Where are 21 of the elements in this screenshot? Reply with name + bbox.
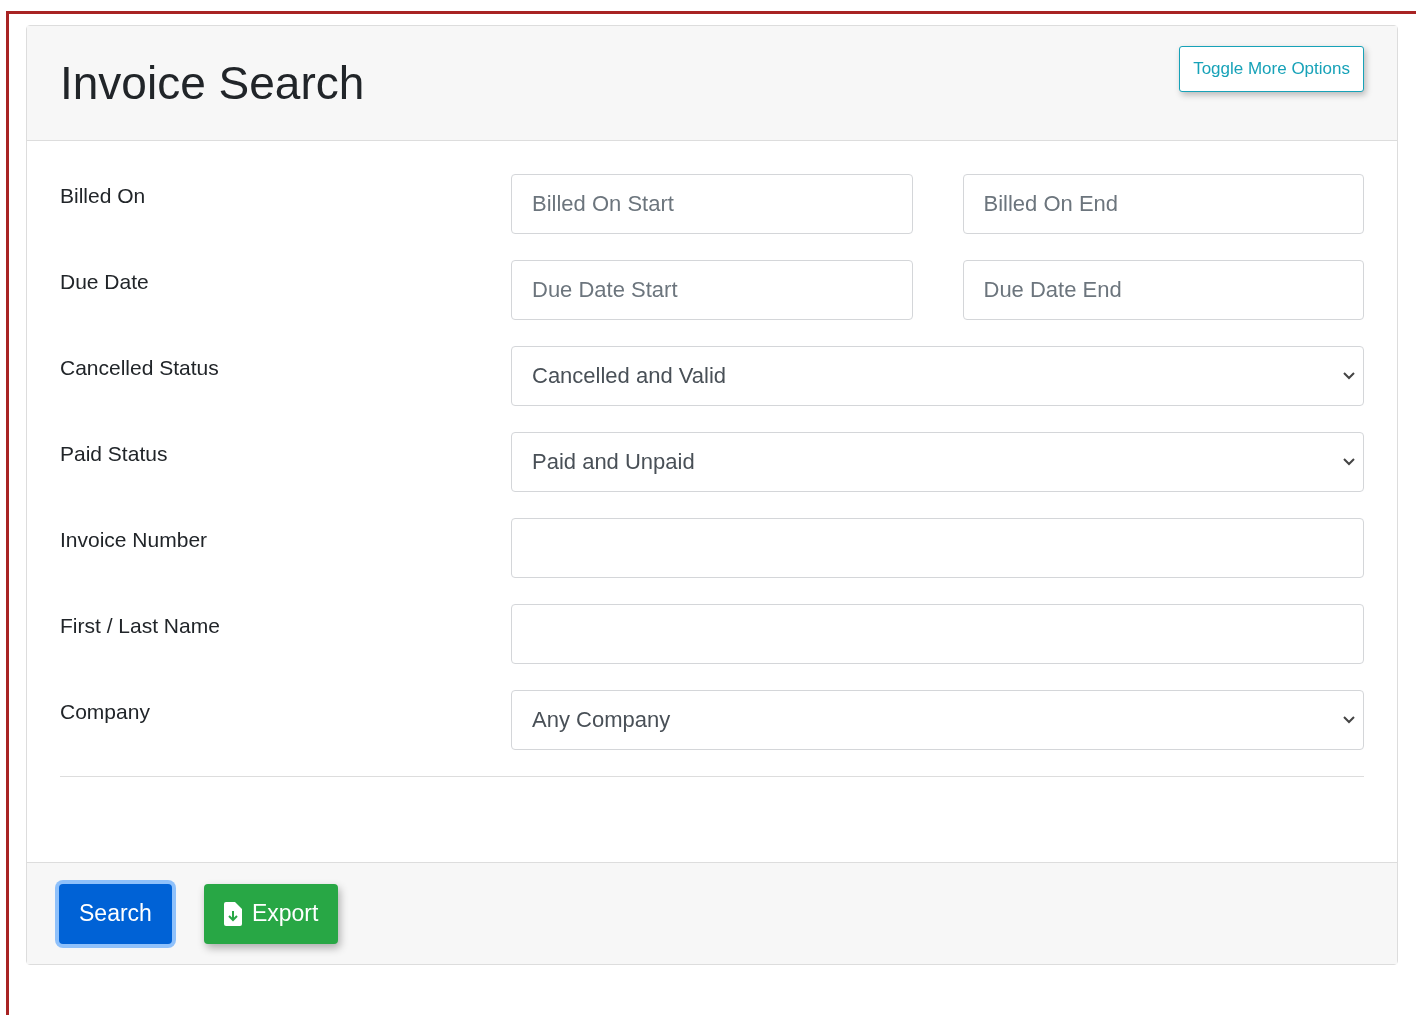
input-field[interactable] [511, 518, 1364, 578]
dropdown[interactable]: Cancelled and Valid [511, 346, 1364, 406]
file-download-icon [223, 901, 242, 926]
date-field[interactable]: Billed On Start [511, 174, 913, 234]
field-label: Due Date [60, 269, 150, 295]
dropdown[interactable]: Any Company [511, 690, 1364, 750]
field-label: Paid Status [60, 441, 169, 467]
page-title: Invoice Search [60, 56, 365, 110]
field-label: Billed On [60, 183, 147, 209]
date-field[interactable]: Due Date End [962, 260, 1364, 320]
chevron-down-icon [1343, 372, 1355, 380]
dropdown[interactable]: Paid and Unpaid [511, 432, 1364, 492]
field-label: First / Last Name [60, 613, 221, 639]
chevron-down-icon [1343, 458, 1355, 466]
field-label: Cancelled Status [60, 355, 220, 381]
chevron-down-icon [1343, 716, 1355, 724]
field-label: Company [60, 699, 151, 725]
field-label: Invoice Number [60, 527, 209, 553]
date-field[interactable]: Due Date Start [511, 260, 913, 320]
input-field[interactable] [511, 604, 1364, 664]
date-field[interactable]: Billed On End [962, 174, 1364, 234]
